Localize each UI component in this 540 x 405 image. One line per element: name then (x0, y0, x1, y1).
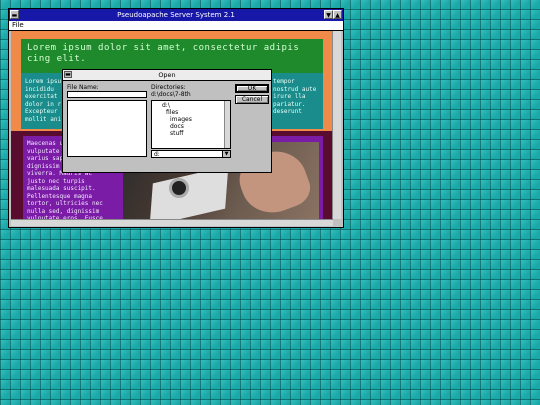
dialog-system-menu-button[interactable]: ▬ (64, 71, 72, 78)
open-dialog: ▬ Open File Name: Directories: d:\docs\7… (62, 69, 272, 173)
drive-select[interactable]: d: ▼ (151, 150, 231, 158)
photo-camera-body (149, 165, 229, 219)
directory-item[interactable]: images (170, 116, 192, 123)
current-path: d:\docs\7-8th (151, 91, 191, 98)
menu-bar: File (9, 21, 343, 31)
horizontal-scrollbar[interactable] (11, 219, 333, 226)
cancel-button[interactable]: Cancel (235, 95, 269, 104)
file-name-label: File Name: (67, 84, 99, 91)
vertical-scrollbar[interactable] (332, 31, 341, 219)
menu-file[interactable]: File (12, 21, 24, 29)
maximize-button[interactable]: ▲ (333, 10, 342, 19)
file-name-input[interactable] (67, 91, 147, 98)
teal-left-text: Lorem ipsu incididu exercitat dolor in r… (25, 78, 62, 123)
directory-item[interactable]: stuff (170, 130, 183, 137)
directory-tree[interactable]: d:\ files images docs stuff (151, 100, 231, 149)
window-titlebar[interactable]: ▬ Pseudoapache Server System 2.1 ▼ ▲ (9, 9, 343, 21)
page-heading: Lorem ipsum dolor sit amet, consectetur … (21, 39, 323, 73)
photo-camera-lens (169, 178, 189, 198)
directory-item[interactable]: files (166, 109, 178, 116)
dialog-titlebar[interactable]: ▬ Open (63, 70, 271, 81)
minimize-button[interactable]: ▼ (324, 10, 333, 19)
ok-button[interactable]: OK (235, 84, 269, 93)
dialog-title: Open (158, 71, 176, 79)
directory-item[interactable]: docs (170, 123, 184, 130)
drive-value: d: (154, 151, 160, 158)
window-title: Pseudoapache Server System 2.1 (117, 11, 235, 19)
directories-label: Directories: (151, 84, 186, 91)
file-list[interactable] (67, 100, 147, 157)
teal-right-text: tempor nostrud aute irure lla pariatur. … (273, 78, 317, 115)
chevron-down-icon[interactable]: ▼ (222, 151, 230, 157)
directory-scrollbar[interactable] (224, 101, 230, 148)
system-menu-button[interactable]: ▬ (10, 10, 19, 19)
directory-item[interactable]: d:\ (162, 102, 170, 109)
